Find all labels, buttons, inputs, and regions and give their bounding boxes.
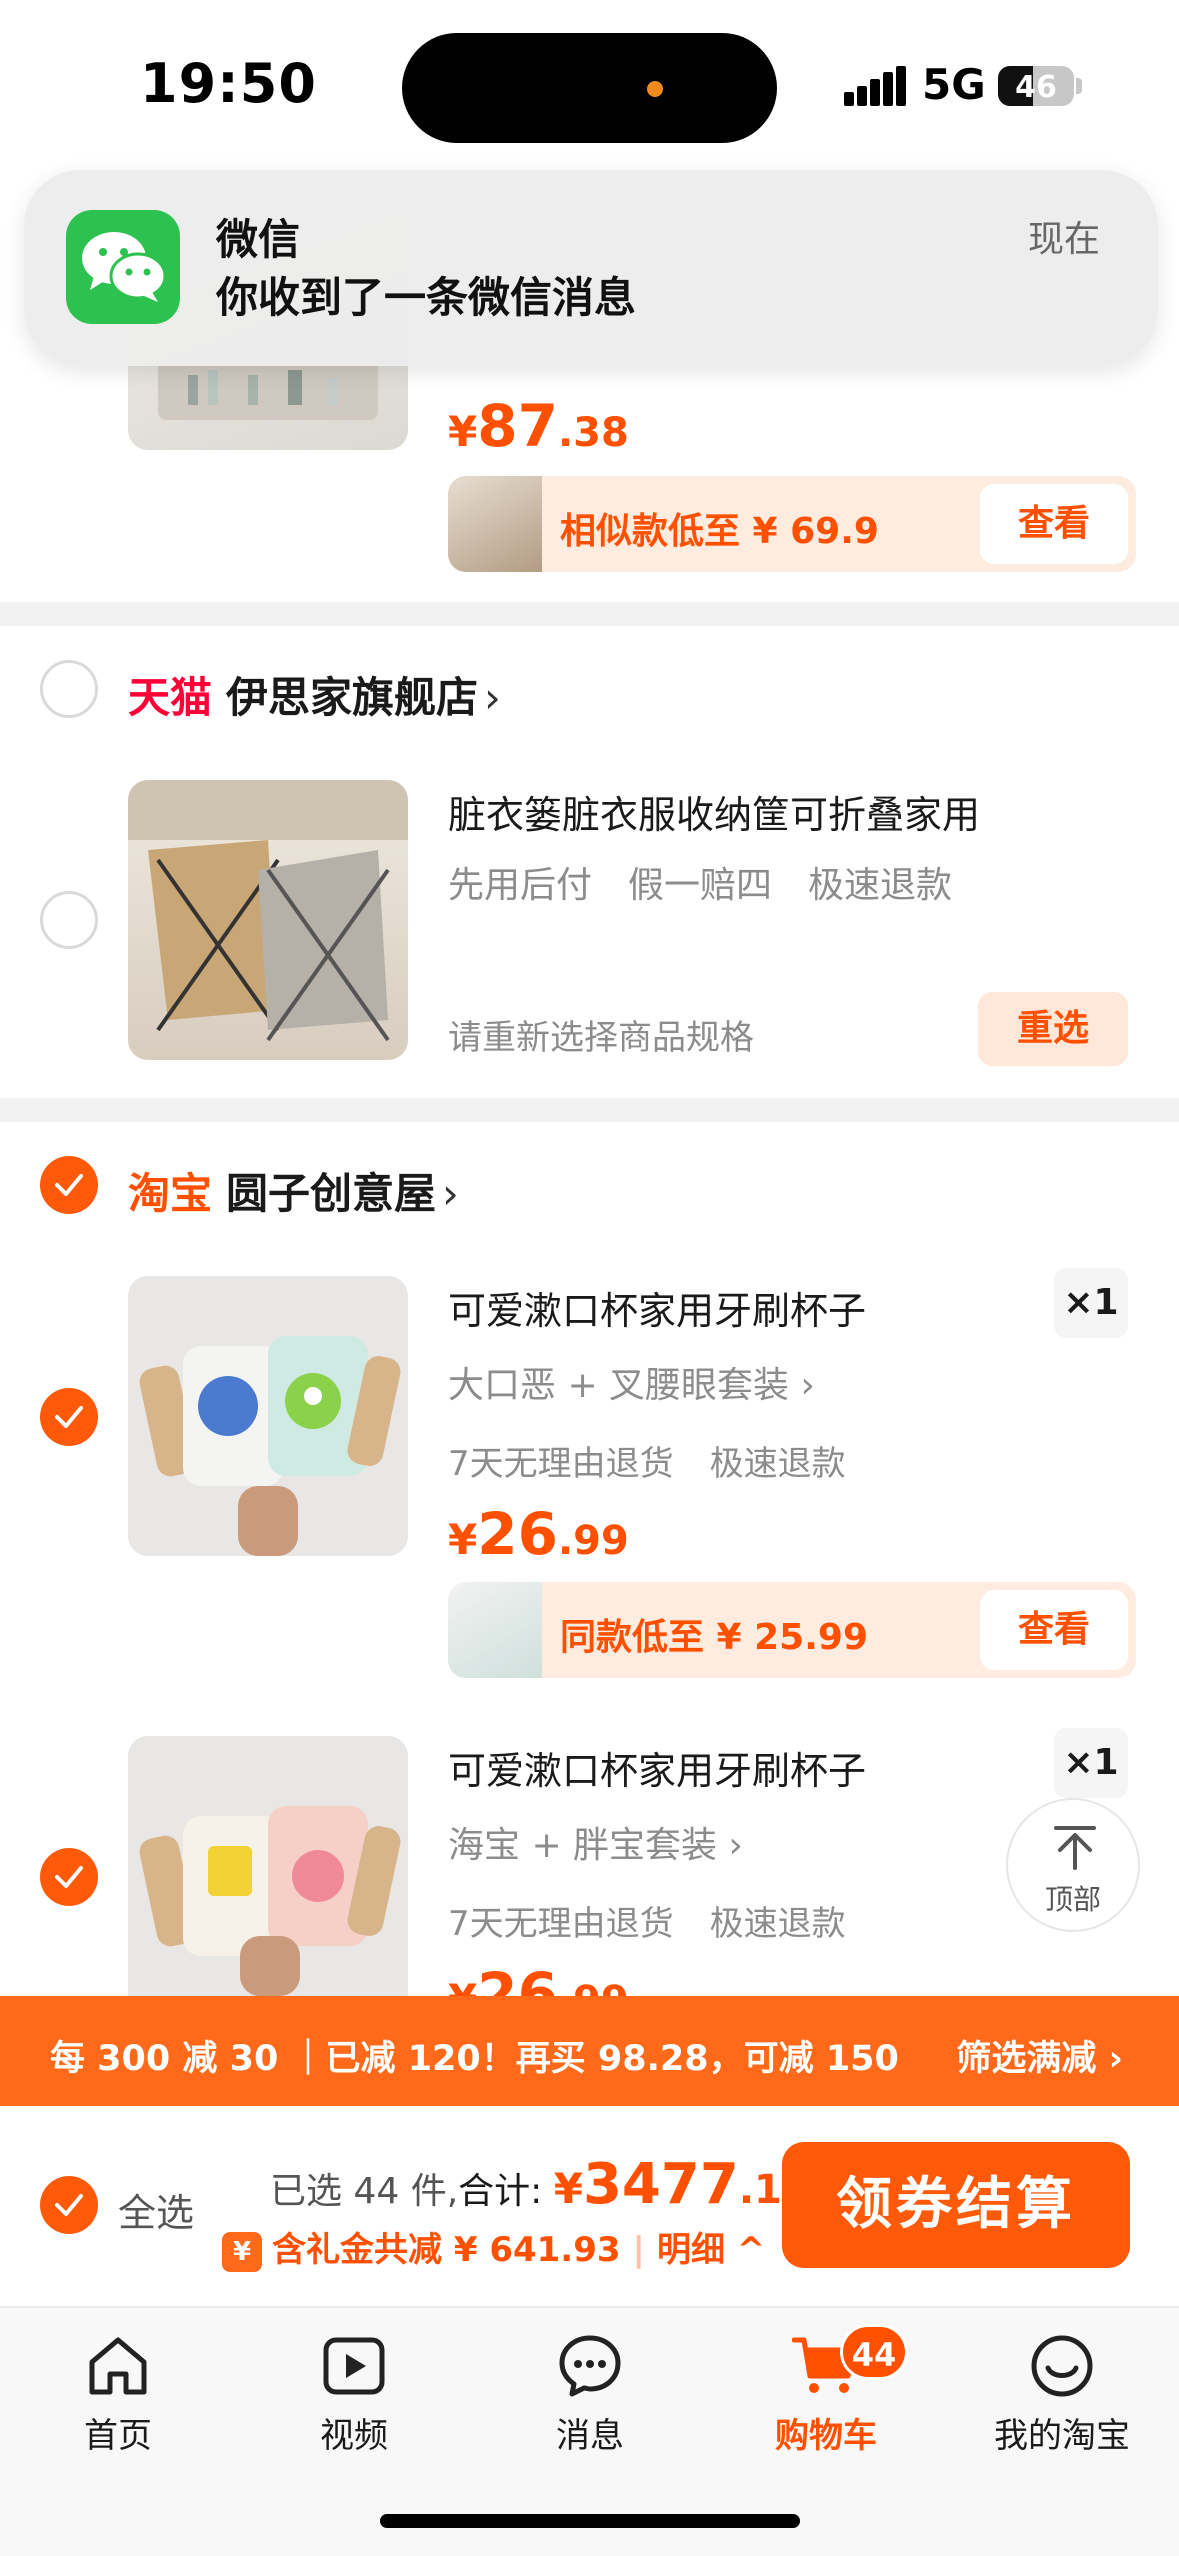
select-all-label[interactable]: 全选	[118, 2182, 194, 2237]
tab-cart[interactable]: 44 购物车	[708, 2308, 944, 2478]
notification-app-name: 微信	[216, 215, 301, 264]
store-name: 圆子创意屋	[226, 1169, 437, 1218]
battery-level: 46	[1015, 70, 1057, 105]
item-title[interactable]: 脏衣篓脏衣服收纳筐可折叠家用	[448, 784, 980, 839]
chevron-right-icon: ›	[800, 1365, 815, 1406]
wechat-icon	[66, 210, 180, 324]
selected-count: 已选 44 件,	[270, 2171, 459, 2212]
quantity-badge[interactable]: ×1	[1054, 1728, 1128, 1798]
tab-video[interactable]: 视频	[236, 2308, 472, 2478]
item-select-radio-checked[interactable]	[40, 1388, 98, 1446]
back-to-top-label: 顶部	[1044, 1883, 1101, 1916]
chevron-right-icon: ›	[728, 1825, 743, 1866]
spec-notice: 请重新选择商品规格	[448, 1018, 754, 1058]
item-select-radio-checked[interactable]	[40, 1848, 98, 1906]
same-deal-text: 同款低至 ¥ 25.99	[560, 1617, 868, 1658]
tag: 7天无理由退货	[448, 1904, 674, 1944]
notification-time: 现在	[1027, 219, 1100, 260]
total-summary: 已选 44 件,合计: ¥3477.13	[270, 2152, 810, 2217]
same-item-deal-bar[interactable]: 同款低至 ¥ 25.99 查看	[448, 1582, 1136, 1678]
similar-deal-bar[interactable]: 相似款低至 ¥ 69.9 查看	[448, 476, 1136, 572]
item-tags: 7天无理由退货 极速退款	[448, 1896, 882, 1945]
tag: 极速退款	[709, 1904, 846, 1944]
dynamic-island	[402, 33, 777, 143]
item-tags: 7天无理由退货 极速退款	[448, 1436, 882, 1485]
arrow-up-icon	[1054, 1826, 1096, 1870]
detail-toggle[interactable]: 明细 ^	[657, 2230, 765, 2270]
promo-text: 每 300 减 30 ｜已减 120！再买 98.28，可减 150	[50, 2039, 899, 2079]
store-name: 伊思家旗舰店	[226, 673, 479, 722]
view-similar-button[interactable]: 查看	[980, 484, 1128, 564]
item-price: ¥87.38	[448, 392, 629, 460]
cart-count-badge: 44	[840, 2324, 908, 2380]
chevron-right-icon: ›	[484, 673, 501, 722]
item-spec-selector[interactable]: 大口恶 + 叉腰眼套装 ›	[448, 1356, 815, 1408]
reselect-button[interactable]: 重选	[978, 992, 1128, 1066]
home-icon	[89, 2337, 147, 2395]
item-spec-selector[interactable]: 海宝 + 胖宝套装 ›	[448, 1816, 743, 1868]
deal-thumbnail	[448, 476, 542, 572]
status-bar: 19:50 5G 46	[0, 0, 1179, 170]
battery-icon: 46	[998, 66, 1074, 106]
section-divider	[0, 602, 1179, 626]
checkout-bar: 全选 已选 44 件,合计: ¥3477.13 ¥ 含礼金共减 ¥ 641.93 |…	[0, 2106, 1179, 2306]
total-label: 合计:	[458, 2171, 543, 2212]
select-all-checkbox[interactable]	[40, 2176, 98, 2234]
taobao-logo: 淘宝	[128, 1169, 213, 1218]
similar-deal-text: 相似款低至 ¥ 69.9	[560, 511, 879, 552]
product-image-cups-spongebob[interactable]	[128, 1736, 408, 1996]
product-image-laundry-basket[interactable]	[128, 780, 408, 1060]
tab-my-taobao[interactable]: 我的淘宝	[944, 2308, 1179, 2478]
tmall-logo: 天猫	[128, 673, 213, 722]
store-header-taobao[interactable]: 淘宝 圆子创意屋 ›	[128, 1160, 459, 1221]
video-icon	[323, 2337, 385, 2395]
deal-thumbnail	[448, 1582, 542, 1678]
status-time: 19:50	[140, 52, 317, 115]
discount-promo-bar: 每 300 减 30 ｜已减 120！再买 98.28，可减 150 筛选满减 …	[0, 1996, 1179, 2106]
home-indicator[interactable]	[380, 2514, 800, 2528]
section-divider	[0, 1098, 1179, 1122]
quantity-badge[interactable]: ×1	[1054, 1268, 1128, 1338]
store-select-radio-checked[interactable]	[40, 1156, 98, 1214]
chevron-right-icon: ›	[442, 1169, 459, 1218]
camera-indicator-dot	[647, 81, 663, 97]
wechat-notification[interactable]: 微信 你收到了一条微信消息 现在	[24, 170, 1158, 366]
message-icon	[559, 2335, 621, 2397]
product-image-cups-monsters[interactable]	[128, 1276, 408, 1556]
item-price-clipped: ¥26.99	[448, 1960, 629, 1996]
tag: 极速退款	[709, 1444, 846, 1484]
item-title[interactable]: 可爱漱口杯家用牙刷杯子	[448, 1280, 866, 1335]
tag: 7天无理由退货	[448, 1444, 674, 1484]
item-select-radio[interactable]	[40, 891, 98, 949]
back-to-top-button[interactable]: 顶部	[1006, 1798, 1140, 1932]
filter-discount-link[interactable]: 筛选满减 ›	[956, 2030, 1123, 2081]
network-type: 5G	[922, 60, 986, 109]
coupon-icon: ¥	[222, 2231, 262, 2272]
tag: 先用后付	[448, 865, 593, 906]
item-title[interactable]: 可爱漱口杯家用牙刷杯子	[448, 1740, 866, 1795]
notification-message: 你收到了一条微信消息	[216, 273, 637, 322]
tag: 假一赔四	[628, 865, 773, 906]
coupon-discount[interactable]: ¥ 含礼金共减 ¥ 641.93 | 明细 ^	[222, 2222, 765, 2272]
total-price: ¥3477.13	[553, 2152, 810, 2217]
store-header-tmall[interactable]: 天猫 伊思家旗舰店 ›	[128, 664, 501, 725]
checkout-button[interactable]: 领券结算	[782, 2142, 1130, 2268]
tab-messages[interactable]: 消息	[472, 2308, 708, 2478]
signal-icon	[844, 66, 906, 106]
item-tags: 先用后付 假一赔四 极速退款	[448, 856, 988, 908]
profile-icon	[1031, 2335, 1093, 2397]
tag: 极速退款	[808, 865, 953, 906]
tab-home[interactable]: 首页	[0, 2308, 236, 2478]
item-price: ¥26.99	[448, 1500, 629, 1568]
view-same-button[interactable]: 查看	[980, 1590, 1128, 1670]
store-select-radio[interactable]	[40, 660, 98, 718]
